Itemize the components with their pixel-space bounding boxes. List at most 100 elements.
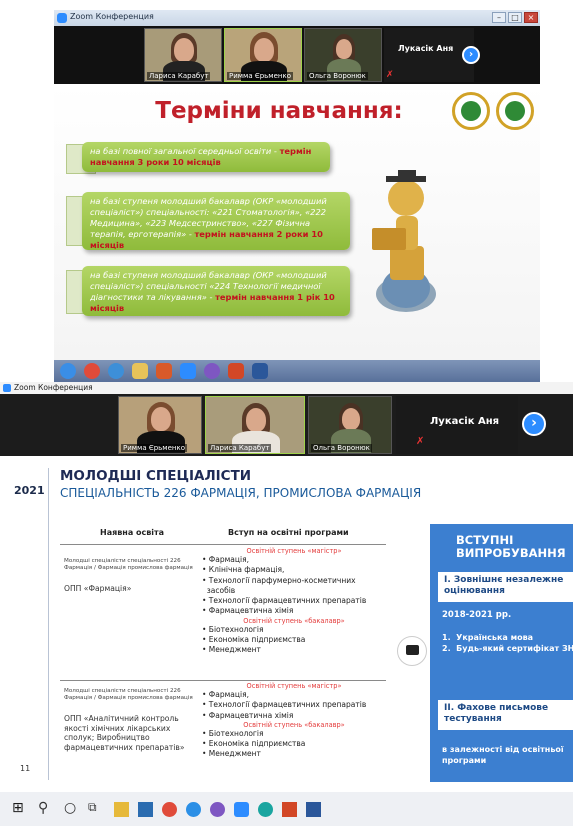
next-page-button[interactable]: › (522, 412, 546, 436)
video-tile-1[interactable]: Лариса Карабут (144, 28, 222, 82)
search-icon[interactable]: ⚲ (38, 800, 48, 816)
slide-title: Терміни навчання: (155, 98, 403, 124)
muted-mic-icon: ✗ (386, 70, 394, 80)
viber-icon[interactable] (204, 363, 220, 379)
next-page-button[interactable]: › (462, 46, 480, 64)
start-icon[interactable] (60, 363, 76, 379)
speaker-tile[interactable]: Лукасік Аня ✗ (384, 28, 474, 82)
zoom-icon[interactable] (234, 802, 249, 817)
table-header-line (60, 544, 386, 545)
program-item: • Технології фармацевтичних препаратів (202, 700, 367, 710)
zoom-logo-icon (3, 384, 11, 392)
duration-box-1: на базі повної загальної середньої освіт… (82, 142, 330, 172)
entrance-tests-panel: ВСТУПНІ ВИПРОБУВАННЯ І. Зовнішнє незалеж… (430, 524, 573, 782)
program-item: • Економіка підприємства (202, 739, 306, 749)
shared-slide-2: 2021 МОЛОДШІ СПЕЦІАЛІСТИ СПЕЦІАЛЬНІСТЬ 2… (0, 456, 573, 792)
chrome-icon[interactable] (162, 802, 177, 817)
panel-item1-years: 2018-2021 рр. (442, 610, 512, 620)
programs-block-1: Освітній ступень «магістр» • Фармація, •… (202, 547, 386, 656)
degree-master-2: Освітній ступень «магістр» (246, 682, 342, 690)
top-zoom-window: Zoom Конференция – □ × Лариса Карабут Ри… (54, 10, 540, 382)
word-icon[interactable] (252, 363, 268, 379)
panel-item2-title: ІІ. Фахове письмове тестування (438, 700, 573, 730)
media-player-icon[interactable] (156, 363, 172, 379)
presentation-icon[interactable] (397, 636, 427, 666)
video-tile-2[interactable]: Лариса Карабут (205, 396, 305, 454)
program-item: • Біотехнологія (202, 728, 264, 738)
folder-icon[interactable] (132, 363, 148, 379)
program-item: • Фармацевтична хімія (202, 710, 294, 720)
viber-icon[interactable] (210, 802, 225, 817)
muted-mic-icon: ✗ (416, 436, 425, 447)
participant-face (151, 407, 171, 431)
panel-item1-list-1: 1. Українська мова (442, 633, 534, 642)
store-icon[interactable] (138, 802, 153, 817)
divider-vertical (48, 468, 49, 780)
windows-start-icon[interactable]: ⊞ (12, 800, 24, 816)
video-tile-3[interactable]: Ольга Воронюк (308, 396, 392, 454)
program-item: • Фармація, (202, 555, 249, 564)
telegram-icon[interactable] (186, 802, 201, 817)
panel-item2-note: в залежності від освітньої програми (442, 745, 564, 765)
duration-box-3: на базі ступеня молодший бакалавр (ОКР «… (82, 266, 350, 316)
table-row-divider (60, 680, 386, 681)
participant-face (336, 39, 352, 59)
video-tile-3[interactable]: Ольга Воронюк (304, 28, 382, 82)
top-taskbar (54, 360, 540, 382)
box-text: на базі повної загальної середньої освіт… (90, 146, 277, 156)
degree-bachelor-1: Освітній ступень «бакалавр» (243, 616, 345, 625)
cortana-icon[interactable]: ○ (64, 800, 76, 816)
bottom-title-bar: Zoom Конференция (0, 382, 573, 394)
task-view-icon[interactable]: ⧉ (88, 800, 97, 815)
panel-item1-list-2: 2. Будь-який сертифікат ЗНО (442, 644, 573, 653)
program-item: • Технології парфумерно-косметичних (202, 575, 356, 585)
powerpoint-icon[interactable] (228, 363, 244, 379)
education-small-2: Молодші спеціалісти спеціальності 226 Фа… (64, 688, 193, 701)
file-explorer-icon[interactable] (114, 802, 129, 817)
zoom-logo-icon (57, 13, 67, 23)
speaker-tile[interactable]: Лукасік Аня ✗ (396, 396, 518, 454)
programs-block-2: Освітній ступень «магістр» • Фармація, •… (202, 682, 386, 760)
maximize-button[interactable]: □ (508, 12, 522, 23)
panel-title-line2: ВИПРОБУВАННЯ (456, 546, 566, 560)
ie-icon[interactable] (108, 363, 124, 379)
program-item: засобів (202, 585, 236, 595)
participant-name: Лариса Карабут (208, 444, 272, 452)
active-speaker-name: Лукасік Аня (398, 44, 454, 53)
participant-face (254, 38, 274, 62)
chrome-icon[interactable] (84, 363, 100, 379)
program-item: • Клінічна фармація, (202, 565, 285, 575)
slide-subheading: СПЕЦІАЛЬНІСТЬ 226 ФАРМАЦІЯ, ПРОМИСЛОВА Ф… (60, 486, 422, 500)
minimize-button[interactable]: – (492, 12, 506, 23)
degree-bachelor-2: Освітній ступень «бакалавр» (243, 720, 345, 729)
participant-face (246, 408, 266, 432)
edge-icon[interactable] (258, 802, 273, 817)
video-tile-2[interactable]: Римма Єрьменко (224, 28, 302, 82)
college-logo-icon (496, 92, 534, 130)
education-small-1: Молодші спеціалісти спеціальності 226 Фа… (64, 558, 193, 571)
close-button[interactable]: × (524, 12, 538, 23)
participant-name: Лариса Карабут (147, 72, 211, 80)
slide-heading: МОЛОДШІ СПЕЦІАЛІСТИ (60, 468, 252, 484)
program-item: • Технології фармацевтичних препаратів (202, 596, 367, 606)
word-icon[interactable] (306, 802, 321, 817)
program-item: • Менеджмент (202, 749, 261, 759)
powerpoint-icon[interactable] (282, 802, 297, 817)
participant-face (342, 408, 360, 430)
program-item: • Фармація, (202, 690, 249, 699)
education-opp-2: ОПП «Аналітичний контроль якості хімічни… (64, 714, 185, 752)
bottom-window-title: Zoom Конференция (14, 383, 93, 392)
video-tile-1[interactable]: Римма Єрьменко (118, 396, 202, 454)
duration-box-2: на базі ступеня молодший бакалавр (ОКР «… (82, 192, 350, 250)
zoom-icon[interactable] (180, 363, 196, 379)
shared-slide-1: Терміни навчання: на базі повної загальн… (54, 84, 540, 360)
top-video-strip: Лариса Карабут Римма Єрьменко Ольга Воро… (54, 26, 540, 84)
participant-name: Ольга Воронюк (307, 72, 368, 80)
active-speaker-name: Лукасік Аня (430, 416, 500, 427)
participant-face (174, 38, 194, 62)
program-item: • Економіка підприємства (202, 635, 306, 645)
top-title-bar: Zoom Конференция – □ × (54, 10, 540, 26)
degree-master-1: Освітній ступень «магістр» (246, 547, 342, 555)
windows-taskbar: ⊞ ⚲ ○ ⧉ (0, 792, 573, 826)
education-opp-1: ОПП «Фармація» (64, 584, 132, 593)
